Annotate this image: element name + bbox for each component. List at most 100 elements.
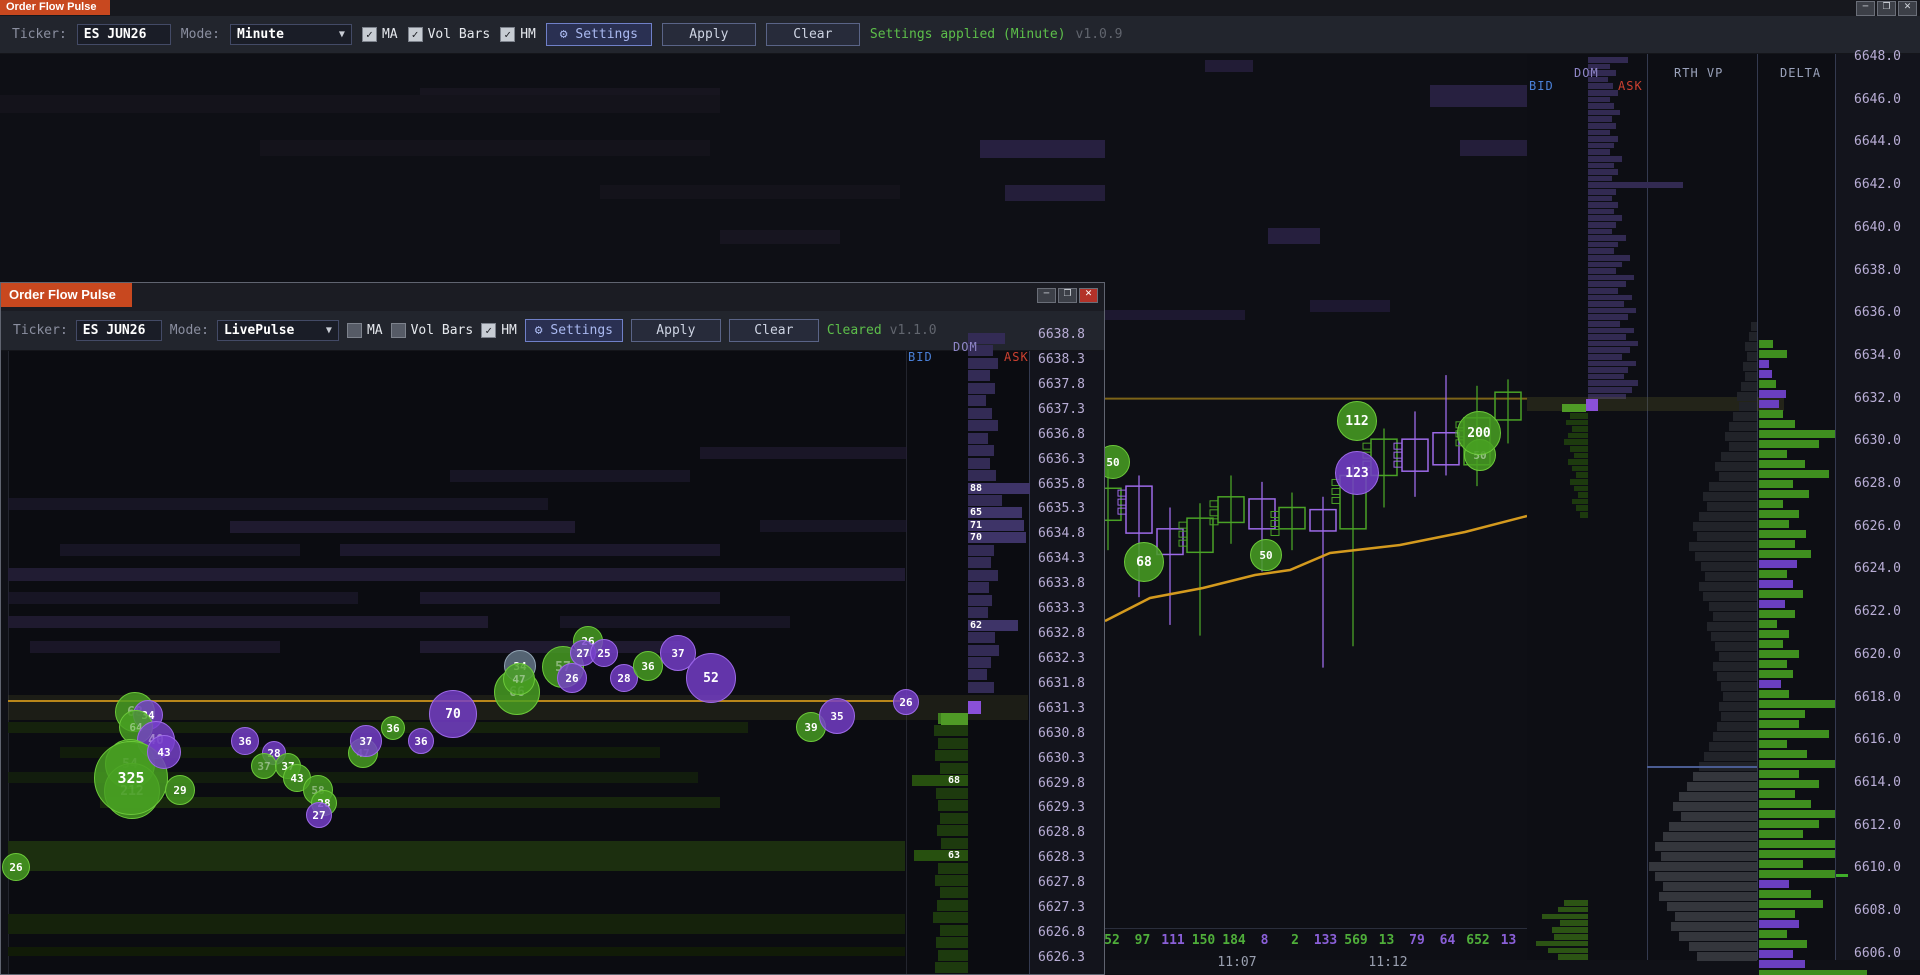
delta-bar (1759, 820, 1819, 828)
axis-label: 6616.0 (1854, 732, 1901, 747)
trade-bubble: 50 (1250, 539, 1282, 571)
clear-button[interactable]: Clear (766, 23, 860, 46)
dom-ask-bar (1588, 308, 1636, 314)
dom-ask-bar (1588, 169, 1618, 175)
volbars-checkbox[interactable]: Vol Bars (391, 323, 474, 338)
rth-vp-bar (1655, 872, 1757, 881)
delta-bar (1759, 440, 1819, 448)
axis-label: 6642.0 (1854, 177, 1901, 192)
close-button[interactable]: ✕ (1898, 1, 1917, 16)
maximize-button[interactable]: ❐ (1877, 1, 1896, 16)
rth-vp-bar (1649, 862, 1757, 871)
delta-bar (1759, 660, 1787, 668)
vertical-separator (1647, 54, 1648, 960)
checkbox-icon[interactable]: ✓ (408, 27, 423, 42)
volbars-checkbox[interactable]: ✓ Vol Bars (408, 27, 491, 42)
dom-bid-bar (1570, 479, 1588, 485)
chevron-down-icon: ▼ (326, 325, 332, 336)
dom-bid-bar (1574, 486, 1588, 492)
dom-ask-bar (1588, 321, 1620, 327)
dom-ask-bar (1588, 268, 1616, 274)
rth-vp-bar (1729, 442, 1757, 451)
rth-vp-bar (1693, 772, 1757, 781)
dom-ask-bar (1588, 149, 1610, 155)
apply-button[interactable]: Apply (631, 319, 721, 342)
dom-ask-bar (1588, 248, 1614, 254)
checkbox-icon[interactable]: ✓ (362, 27, 377, 42)
dom-ask-bar (1588, 367, 1628, 373)
dom-ask-bar (1588, 189, 1616, 195)
settings-button[interactable]: ⚙ Settings (525, 319, 623, 342)
delta-bar (1759, 700, 1847, 708)
delta-bar (1759, 530, 1806, 538)
dom-bid-bar (1548, 948, 1588, 954)
delta-bar (1759, 600, 1785, 608)
dom-bid-bar (1568, 459, 1588, 465)
mode-select[interactable]: Minute ▼ (230, 24, 352, 45)
axis-label: 6636.0 (1854, 305, 1901, 320)
axis-label: 6622.0 (1854, 604, 1901, 619)
close-button[interactable]: ✕ (1079, 288, 1098, 303)
dom-ask-bar (1588, 97, 1610, 103)
rth-vp-bar (1717, 672, 1757, 681)
rth-vp-bar (1751, 322, 1757, 331)
last-trade-ask-marker (1586, 399, 1598, 411)
volbars-checkbox-label: Vol Bars (428, 27, 491, 42)
ask-header: ASK (1618, 79, 1643, 93)
outer-window-controls: ─ ❐ ✕ (1856, 1, 1917, 16)
rth-vp-bar (1733, 412, 1757, 421)
delta-bar (1759, 950, 1793, 958)
rth-vp-bar (1709, 602, 1757, 611)
delta-bar (1759, 390, 1786, 398)
apply-button[interactable]: Apply (662, 23, 756, 46)
outer-titlebar[interactable]: Order Flow Pulse ─ ❐ ✕ (0, 0, 1920, 16)
ma-checkbox[interactable]: MA (347, 323, 383, 338)
ticker-input[interactable] (76, 320, 162, 341)
dom-bid-bar (1554, 934, 1588, 940)
delta-bar (1759, 870, 1847, 878)
last-trade-bid-marker (1562, 404, 1586, 412)
delta-bar (1759, 450, 1787, 458)
minimize-button[interactable]: ─ (1856, 1, 1875, 16)
axis-label: 6614.0 (1854, 775, 1901, 790)
outer-price-axis[interactable]: 6648.06646.06644.06642.06640.06638.06636… (1835, 54, 1920, 960)
checkbox-icon[interactable] (391, 323, 406, 338)
delta-bar (1759, 410, 1783, 418)
settings-button[interactable]: ⚙ Settings (546, 23, 652, 46)
axis-label: 6626.0 (1854, 519, 1901, 534)
delta-bar (1759, 580, 1793, 588)
ma-checkbox[interactable]: ✓ MA (362, 27, 398, 42)
maximize-button[interactable]: ❐ (1058, 288, 1077, 303)
dom-ask-bar (1588, 163, 1614, 169)
dom-bid-bar (1572, 466, 1588, 472)
checkbox-icon[interactable]: ✓ (481, 323, 496, 338)
rth-vp-bar (1745, 342, 1757, 351)
checkbox-icon[interactable]: ✓ (500, 27, 515, 42)
rth-vp-bar (1659, 892, 1757, 901)
dom-ask-bar (1588, 209, 1614, 215)
ticker-input[interactable] (77, 24, 171, 45)
checkbox-icon[interactable] (347, 323, 362, 338)
delta-bar (1759, 960, 1805, 968)
inner-price-axis[interactable] (1029, 351, 1105, 975)
delta-bar (1759, 710, 1805, 718)
delta-bar (1759, 640, 1783, 648)
mode-select[interactable]: LivePulse ▼ (217, 320, 339, 341)
dom-bid-bar (1576, 505, 1588, 511)
delta-bar (1759, 480, 1793, 488)
dom-bid-bar (1580, 512, 1588, 518)
hm-checkbox[interactable]: ✓ HM (500, 27, 536, 42)
hm-checkbox[interactable]: ✓ HM (481, 323, 517, 338)
inner-titlebar[interactable]: Order Flow Pulse ─ ❐ ✕ (1, 283, 1104, 312)
dom-ask-bar (1588, 255, 1630, 261)
minimize-button[interactable]: ─ (1037, 288, 1056, 303)
rth-vp-bar (1663, 832, 1757, 841)
dom-bid-bar (1570, 413, 1588, 419)
version-text: v1.0.9 (1076, 27, 1123, 42)
axis-label: 6606.0 (1854, 946, 1901, 961)
clear-button[interactable]: Clear (729, 319, 819, 342)
delta-bar (1759, 570, 1787, 578)
dom-ask-bar (1588, 215, 1622, 221)
delta-bar (1759, 460, 1805, 468)
rth-vp-bar (1741, 382, 1757, 391)
